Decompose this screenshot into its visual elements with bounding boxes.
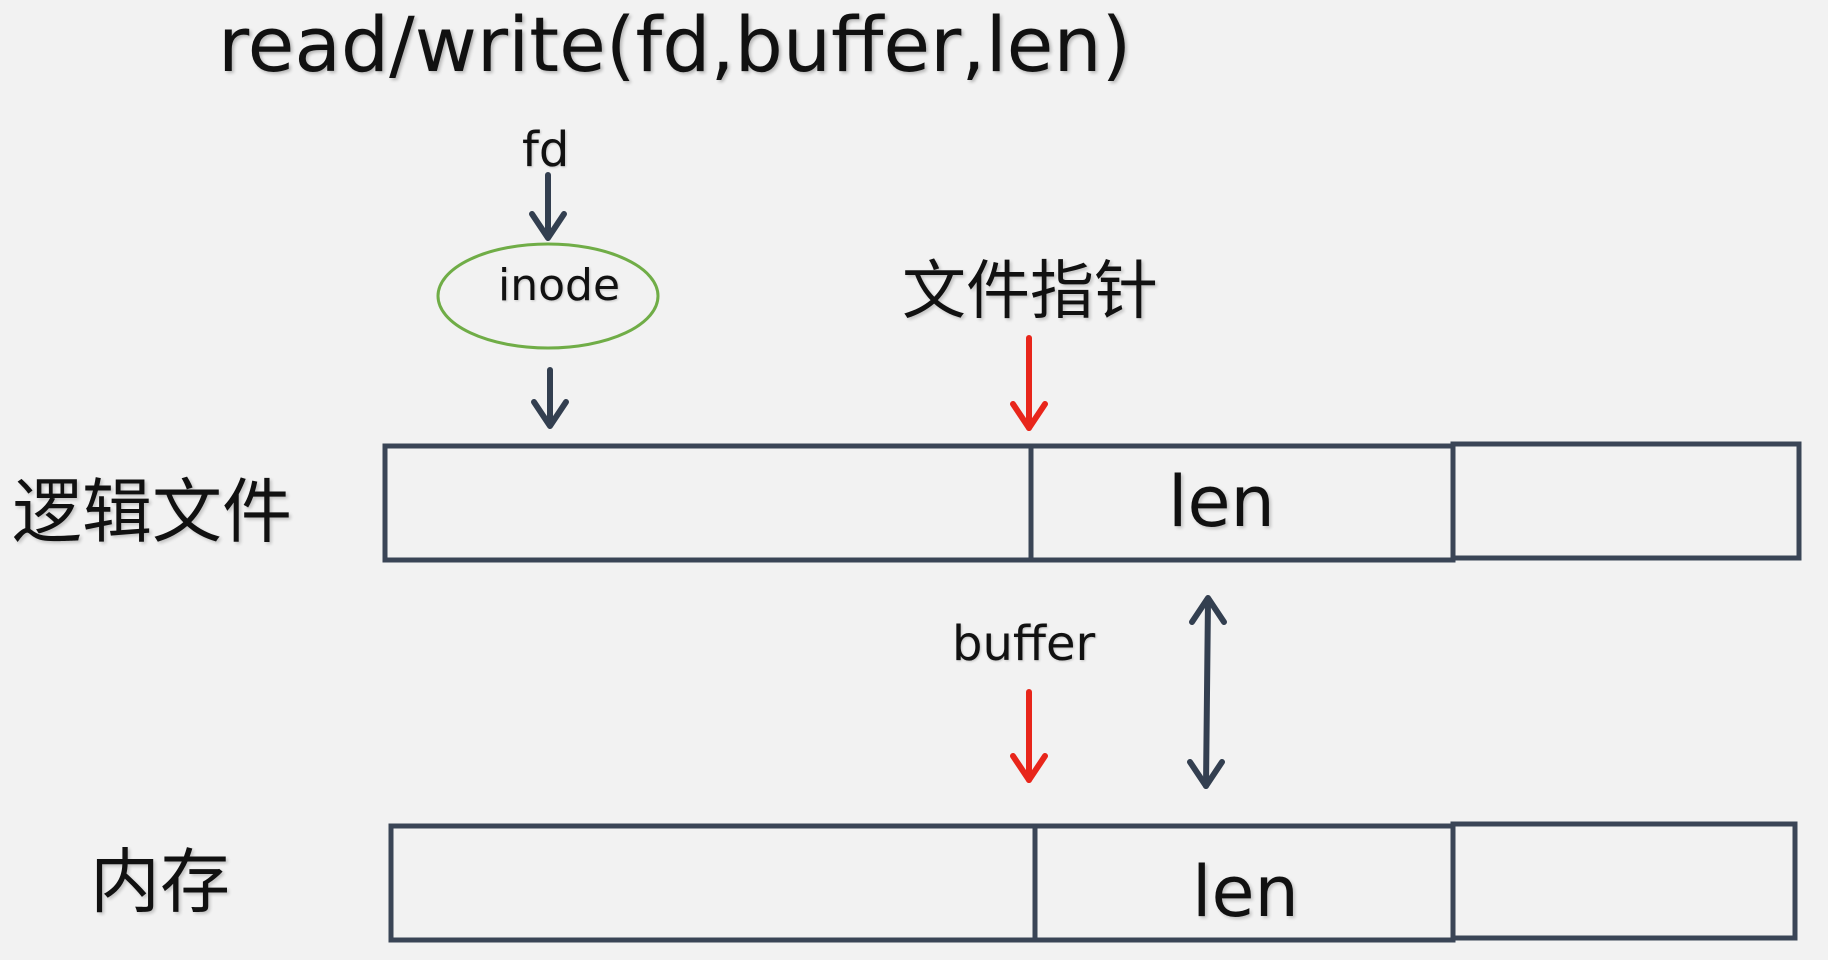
logical-file-label: 逻辑文件 (12, 471, 292, 553)
fd-label: fd (522, 122, 570, 178)
file-pointer-label: 文件指针 (902, 255, 1158, 329)
memory-label: 内存 (90, 841, 230, 923)
inode-to-file-arrow (531, 367, 569, 429)
logical-file-len-label: len (1168, 461, 1275, 543)
buffer-pointer-arrow (1010, 689, 1048, 783)
logical-file-segment-after (1450, 441, 1802, 561)
page-title: read/write(fd,buffer,len) (218, 0, 1132, 89)
logical-file-segment-before (382, 443, 1034, 563)
transfer-double-arrow (1187, 595, 1227, 789)
inode-label: inode (498, 260, 621, 311)
buffer-label: buffer (952, 616, 1096, 672)
file-pointer-arrow (1010, 335, 1048, 431)
memory-segment-after (1450, 821, 1798, 941)
memory-len-label: len (1192, 851, 1299, 933)
memory-segment-before (388, 823, 1038, 943)
fd-to-inode-arrow (529, 172, 567, 241)
